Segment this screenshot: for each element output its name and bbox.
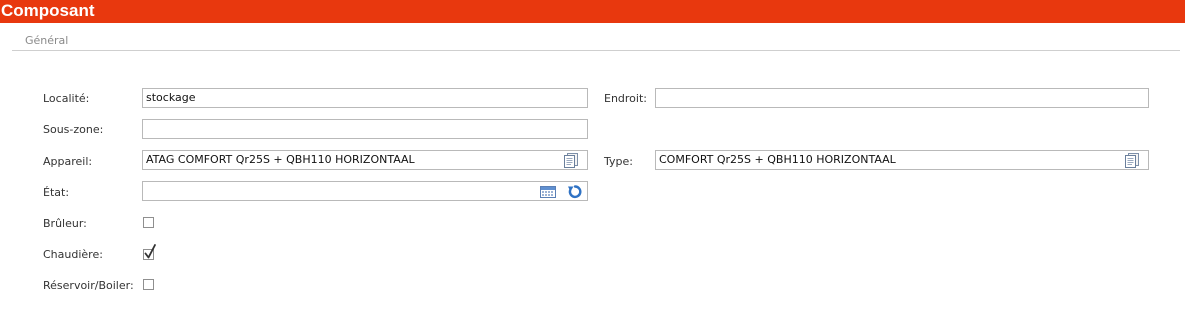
sous-zone-label: Sous-zone:: [43, 123, 104, 136]
calendar-icon[interactable]: [540, 184, 556, 199]
checkmark-icon: [144, 244, 156, 259]
reservoir-checkbox[interactable]: [143, 279, 154, 290]
type-label: Type:: [604, 155, 633, 168]
bruleur-label: Brûleur:: [43, 217, 87, 230]
appareil-value: ATAG COMFORT Qr25S + QBH110 HORIZONTAAL: [146, 153, 415, 166]
bruleur-checkbox[interactable]: [143, 217, 154, 228]
tab-strip: Général: [12, 24, 1180, 51]
reservoir-label: Réservoir/Boiler:: [43, 279, 134, 292]
type-value: COMFORT Qr25S + QBH110 HORIZONTAAL: [659, 153, 896, 166]
document-lookup-icon[interactable]: [563, 153, 579, 168]
chaudiere-checkbox[interactable]: [143, 244, 156, 260]
window-title-bar: Composant: [0, 0, 1185, 23]
etat-field[interactable]: [142, 181, 588, 201]
localite-field[interactable]: stockage: [142, 88, 588, 108]
window-title: Composant: [1, 1, 95, 20]
sous-zone-field[interactable]: [142, 119, 588, 139]
appareil-label: Appareil:: [43, 155, 93, 168]
chaudiere-label: Chaudière:: [43, 248, 103, 261]
etat-label: État:: [43, 186, 70, 199]
type-field[interactable]: COMFORT Qr25S + QBH110 HORIZONTAAL: [655, 150, 1149, 170]
localite-value: stockage: [146, 91, 196, 104]
refresh-icon[interactable]: [567, 184, 583, 199]
document-lookup-icon[interactable]: [1124, 153, 1140, 168]
localite-label: Localité:: [43, 92, 90, 105]
tab-general[interactable]: Général: [25, 34, 68, 47]
endroit-label: Endroit:: [604, 92, 647, 105]
endroit-field[interactable]: [655, 88, 1149, 108]
appareil-field[interactable]: ATAG COMFORT Qr25S + QBH110 HORIZONTAAL: [142, 150, 588, 170]
